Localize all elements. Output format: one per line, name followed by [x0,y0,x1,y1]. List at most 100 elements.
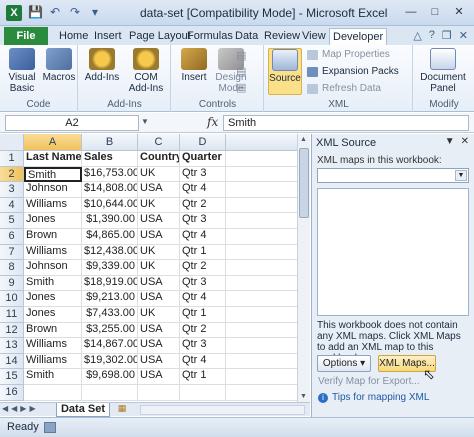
table-cell[interactable] [226,260,298,276]
sheet-tab-data-set[interactable]: Data Set [56,403,110,417]
properties-icon[interactable]: ▤ [236,49,246,62]
table-cell[interactable] [226,275,298,292]
table-cell[interactable]: USA [138,213,180,229]
table-cell[interactable]: USA [138,291,180,307]
table-cell[interactable] [226,385,298,401]
table-cell[interactable]: Smith [24,275,82,292]
table-cell[interactable]: Qtr 4 [180,229,226,245]
table-cell[interactable] [226,307,298,323]
sheet-nav-arrows-icon[interactable]: ◀◀▶▶ [2,404,39,413]
row-header[interactable]: 15 [0,369,24,385]
table-cell[interactable]: Brown [24,229,82,245]
pane-close-icon[interactable]: ✕ [461,136,469,147]
table-cell[interactable]: Williams [24,197,82,214]
column-header-blank[interactable] [226,134,298,151]
row-header[interactable]: 9 [0,275,24,292]
pane-menu-icon[interactable]: ▼ [445,136,455,147]
tips-link[interactable]: i Tips for mapping XML [318,392,429,403]
table-cell[interactable]: Qtr 2 [180,197,226,214]
table-cell[interactable]: $4,865.00 [82,229,138,245]
table-cell[interactable]: Jones [24,213,82,229]
table-cell[interactable]: $18,919.00 [82,275,138,292]
table-cell[interactable]: $1,390.00 [82,213,138,229]
xml-map-tree[interactable] [317,188,469,316]
row-header[interactable]: 2 [0,166,24,183]
formula-input[interactable]: Smith [223,115,469,131]
table-cell[interactable]: Qtr 3 [180,338,226,354]
xml-maps-select[interactable]: ▼ [317,168,469,183]
macro-record-icon[interactable] [44,422,56,433]
insert-control-button[interactable]: Insert [176,48,212,83]
expansion-packs-button[interactable]: Expansion Packs [307,66,399,77]
table-cell[interactable]: Qtr 3 [180,275,226,292]
table-cell[interactable]: USA [138,229,180,245]
table-cell[interactable]: Qtr 1 [180,369,226,385]
table-cell[interactable] [226,197,298,214]
row-header[interactable]: 1 [0,151,24,167]
verify-map-link[interactable]: Verify Map for Export... [318,376,420,387]
table-cell[interactable]: $7,433.00 [82,307,138,323]
table-cell[interactable] [82,385,138,401]
table-cell[interactable]: Williams [24,353,82,370]
table-cell[interactable]: USA [138,182,180,198]
source-button[interactable]: Source [268,48,302,95]
com-addins-button[interactable]: COM Add-Ins [125,48,167,94]
table-cell[interactable]: Smith [24,369,82,385]
table-cell[interactable]: USA [138,353,180,370]
table-cell[interactable]: Qtr 2 [180,322,226,339]
table-cell[interactable]: $10,644.00 [82,197,138,214]
header-cell[interactable]: Country [138,151,180,167]
horizontal-scrollbar[interactable] [140,405,305,415]
options-button[interactable]: Options ▾ [317,355,371,372]
map-properties-button[interactable]: Map Properties [307,49,390,60]
row-header[interactable]: 10 [0,291,24,307]
table-cell[interactable]: Qtr 2 [180,260,226,276]
row-header[interactable]: 4 [0,197,24,214]
name-box[interactable]: A2 [5,115,139,131]
close-icon[interactable]: ✕ [448,3,470,21]
minimize-ribbon-icon[interactable]: △ [413,29,421,42]
tab-data[interactable]: Data [232,28,261,45]
table-cell[interactable]: Qtr 4 [180,182,226,198]
table-cell[interactable]: Qtr 4 [180,353,226,370]
addins-button[interactable]: Add-Ins [83,48,121,83]
vertical-scrollbar[interactable]: ▲ ▼ [297,134,310,402]
table-cell[interactable] [226,166,298,183]
redo-icon[interactable]: ↷ [68,5,82,19]
table-cell[interactable]: Jones [24,307,82,323]
table-cell[interactable]: Qtr 4 [180,291,226,307]
table-cell[interactable]: $9,698.00 [82,369,138,385]
tab-home[interactable]: Home [56,28,91,45]
table-cell[interactable]: $14,867.00 [82,338,138,354]
minimize-icon[interactable]: — [400,3,422,21]
table-cell[interactable] [226,322,298,339]
row-header[interactable]: 6 [0,229,24,245]
row-header[interactable]: 7 [0,244,24,261]
table-cell[interactable]: UK [138,260,180,276]
insert-sheet-icon[interactable]: ▦ [114,403,130,416]
table-cell[interactable]: UK [138,166,180,183]
table-cell[interactable] [226,182,298,198]
table-cell[interactable]: UK [138,307,180,323]
table-cell[interactable] [226,229,298,245]
chevron-down-icon[interactable]: ▼ [141,117,149,126]
table-cell[interactable]: $16,753.00 [82,166,138,183]
table-cell[interactable]: $19,302.00 [82,353,138,370]
table-cell[interactable] [180,385,226,401]
table-cell[interactable]: $9,213.00 [82,291,138,307]
table-cell[interactable]: Qtr 3 [180,213,226,229]
table-cell[interactable]: Jones [24,291,82,307]
table-cell[interactable] [226,291,298,307]
table-cell[interactable]: Smith [24,166,82,183]
chevron-down-icon[interactable]: ▼ [455,170,467,181]
table-cell[interactable] [226,369,298,385]
refresh-data-button[interactable]: Refresh Data [307,83,381,94]
table-cell[interactable]: UK [138,197,180,214]
scroll-thumb[interactable] [299,148,309,218]
table-cell[interactable]: $9,339.00 [82,260,138,276]
table-cell[interactable] [226,353,298,370]
table-cell[interactable] [226,338,298,354]
tab-insert[interactable]: Insert [91,28,125,45]
table-cell[interactable]: Williams [24,244,82,261]
table-cell[interactable]: $12,438.00 [82,244,138,261]
